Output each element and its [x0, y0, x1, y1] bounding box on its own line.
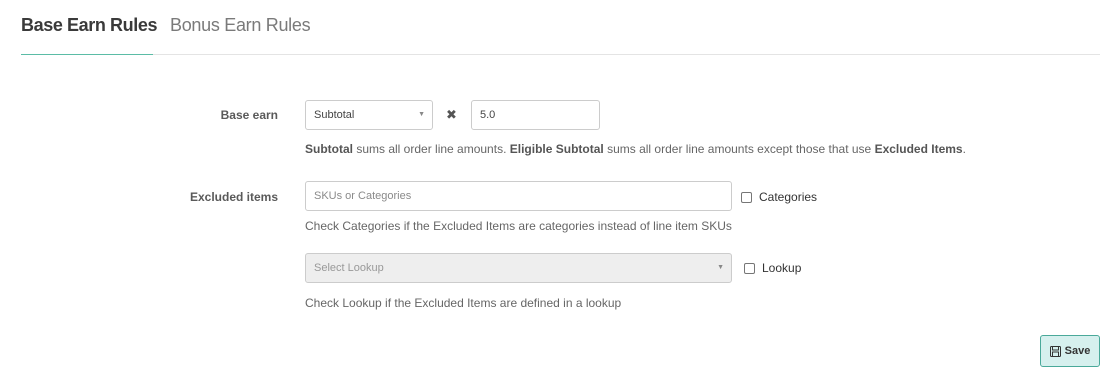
checkbox-icon[interactable]	[744, 262, 755, 274]
save-button[interactable]: Save	[1040, 335, 1100, 367]
help-term-excluded-items: Excluded Items	[874, 142, 963, 156]
categories-checkbox-label: Categories	[759, 190, 818, 204]
multiplier-input[interactable]: 5.0	[471, 100, 600, 130]
help-text: sums all order line amounts except those…	[603, 142, 875, 156]
excluded-items-label: Excluded items	[189, 190, 278, 204]
lookup-select-placeholder: Select Lookup	[314, 262, 384, 274]
base-earn-label: Base earn	[220, 108, 278, 122]
excluded-items-input[interactable]: SKUs or Categories	[305, 181, 732, 211]
categories-checkbox[interactable]: Categories	[741, 190, 817, 204]
lookup-checkbox[interactable]: Lookup	[744, 261, 801, 275]
save-icon	[1049, 345, 1061, 357]
earn-rules-page: Base Earn Rules Bonus Earn Rules Base ea…	[0, 0, 1111, 376]
chevron-down-icon: ▼	[717, 264, 724, 271]
lookup-checkbox-label: Lookup	[762, 261, 802, 275]
base-earn-help: Subtotal sums all order line amounts. El…	[305, 142, 966, 156]
help-term-subtotal: Subtotal	[305, 142, 353, 156]
base-earn-select-value: Subtotal	[314, 109, 355, 121]
chevron-down-icon: ▼	[418, 111, 425, 118]
tab-bar: Base Earn Rules Bonus Earn Rules	[21, 0, 1100, 55]
help-text: sums all order line amounts.	[353, 142, 510, 156]
excluded-items-placeholder: SKUs or Categories	[314, 190, 412, 202]
lookup-select[interactable]: Select Lookup ▼	[305, 253, 732, 283]
checkbox-icon[interactable]	[741, 191, 752, 203]
save-button-label: Save	[1064, 345, 1091, 357]
tab-bonus-earn-rules[interactable]: Bonus Earn Rules	[170, 15, 311, 55]
lookup-help: Check Lookup if the Excluded Items are d…	[305, 296, 622, 310]
help-term-eligible-subtotal: Eligible Subtotal	[509, 142, 604, 156]
categories-help: Check Categories if the Excluded Items a…	[305, 219, 732, 233]
multiply-icon: ✖	[446, 107, 457, 122]
base-earn-select[interactable]: Subtotal ▼	[305, 100, 433, 130]
tab-base-earn-rules[interactable]: Base Earn Rules	[21, 15, 157, 55]
multiplier-value: 5.0	[480, 109, 496, 121]
help-text: .	[962, 142, 966, 156]
